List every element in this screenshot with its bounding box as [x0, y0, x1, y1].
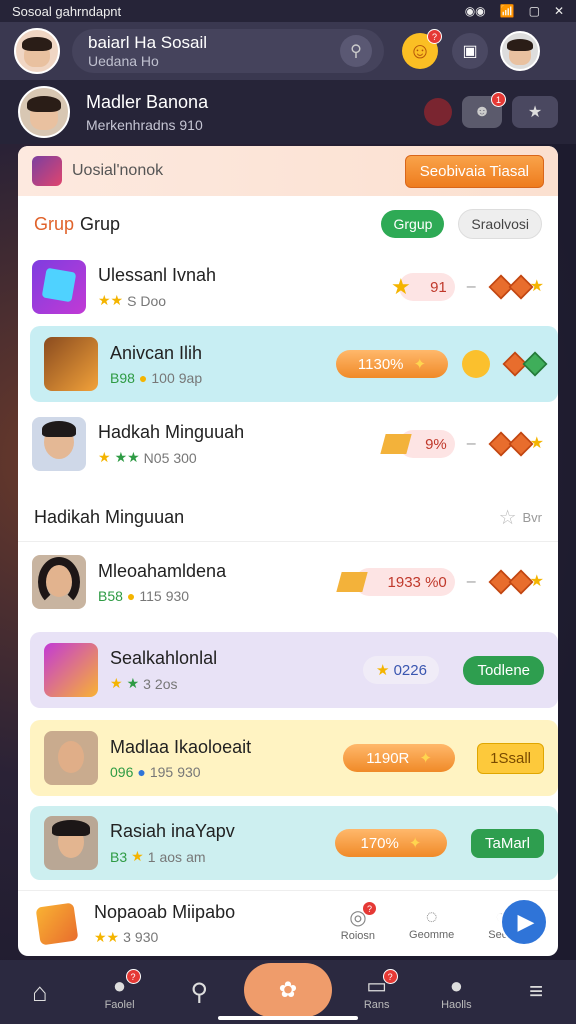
user-avatar[interactable]	[500, 31, 540, 71]
header-avatar[interactable]	[14, 28, 60, 74]
list-item[interactable]: Ulessanl Ivnah ★★ S Doo ★ 91 – ★	[18, 252, 558, 322]
nav-friends[interactable]: ●? Faolel	[85, 969, 155, 1011]
group-icon: ✿	[278, 977, 298, 1002]
chat-icon[interactable]: ▣	[452, 33, 488, 69]
list-item[interactable]: Mleoahamldena B58 ● 115 930 1933 %0 – ★	[18, 544, 558, 620]
header-sub: Uedana Ho	[88, 53, 159, 69]
list-item[interactable]: Hadkah Minguuah ★ ★★ N05 300 9% – ★	[18, 408, 558, 480]
row-pill: 170% ✦	[334, 829, 447, 857]
person-icon: ●	[112, 973, 127, 998]
play-icon: ▶	[517, 909, 535, 934]
favorite-button[interactable]: ★	[512, 96, 558, 128]
gems-icon: ★	[488, 274, 544, 300]
gems-icon: ★	[488, 569, 544, 595]
message-icon: ☻	[473, 103, 491, 120]
profile-row: Madler Banona Merkenhradns 910 ☻ 1 ★	[0, 80, 576, 144]
footer-tab-1[interactable]: ◎? Roiosn	[341, 901, 378, 942]
main-card: Uosial'nonok Seobivaia Tiasal Grup Grup …	[18, 146, 558, 956]
nav-home[interactable]: ⌂	[5, 977, 75, 1008]
play-button[interactable]: ▶	[500, 898, 548, 946]
gold-bar-icon	[336, 572, 368, 592]
profile-avatar[interactable]	[18, 86, 70, 138]
search-icon: ⚲	[190, 978, 209, 1006]
card-header: Uosial'nonok Seobivaia Tiasal	[18, 146, 558, 196]
app-logo-icon	[32, 156, 62, 186]
group-title-b: Grup	[80, 213, 121, 234]
coin-icon	[462, 350, 490, 378]
list-item[interactable]: Nopaoab Miipabo ★★ 3 930 ◎? Roiosn ◌ Geomm…	[18, 890, 558, 956]
profile-icon: ●	[449, 973, 463, 998]
row-action-button[interactable]: 1Ssall	[477, 742, 544, 774]
nav-profile[interactable]: ● Haolls	[421, 973, 491, 1011]
gems-icon	[502, 351, 548, 377]
group-bar: Grup Grup Grgup Sraolvosi	[18, 196, 558, 252]
section-title: Hadikah Minguuan	[34, 507, 185, 527]
close-icon[interactable]: ✕	[554, 4, 564, 18]
footer-tab-2[interactable]: ◌ Geomme	[409, 906, 454, 941]
row-name: Mleoahamldena	[98, 560, 227, 581]
star-icon: ★	[391, 274, 411, 299]
header-name: baiarl Ha Sosail	[88, 33, 208, 52]
message-button[interactable]: ☻ 1	[462, 92, 506, 128]
avatar	[44, 816, 98, 870]
game-thumb	[32, 899, 82, 949]
search-input[interactable]: baiarl Ha Sosail Uedana Ho ⚲	[72, 29, 384, 73]
gold-bar-icon	[380, 434, 412, 454]
avatar	[32, 555, 86, 609]
profile-name: Madler Banona	[86, 91, 209, 112]
chat-bubble-icon: ◌	[425, 906, 438, 928]
group-title-a: Grup	[34, 213, 75, 234]
row-name: Rasiah inaYapv	[110, 821, 235, 841]
star-outline-icon[interactable]: ☆	[499, 505, 517, 530]
avatar	[44, 731, 98, 785]
chip-other[interactable]: Sraolvosi	[458, 209, 542, 239]
emoji-icon[interactable]: ☺?	[402, 29, 442, 69]
game-thumb	[44, 337, 98, 391]
record-icon[interactable]	[424, 98, 452, 126]
primary-action-button[interactable]: Seobivaia Tiasal	[404, 154, 544, 188]
search-icon[interactable]: ⚲	[340, 35, 372, 67]
gems-icon: ★	[488, 431, 544, 457]
game-thumb	[32, 260, 86, 314]
star-icon: ★	[527, 104, 543, 121]
profile-sub: Merkenhradns 910	[86, 116, 203, 133]
chip-group[interactable]: Grgup	[381, 210, 445, 238]
menu-icon: ≡	[529, 978, 544, 1005]
home-icon: ⌂	[31, 976, 48, 1007]
home-indicator[interactable]	[218, 1016, 358, 1020]
game-thumb	[44, 643, 98, 697]
list-item[interactable]: Madlaa Ikaoloeait 096 ● 195 930 1190R ✦ 1Ssa…	[30, 720, 558, 796]
status-title: Sosoal gahrndapnt	[12, 3, 122, 19]
row-name: Nopaoab Miipabo	[94, 901, 236, 922]
wifi-icon: 📶	[499, 4, 515, 18]
nav-center-button[interactable]: ✿	[243, 963, 332, 1017]
row-pill: 1190R ✦	[343, 744, 456, 772]
nav-menu[interactable]: ≡	[501, 978, 571, 1006]
nav-search[interactable]: ⚲	[164, 978, 234, 1007]
list-item[interactable]: Anivcan Ilih B98 ● 100 9ap 1130% ✦	[30, 326, 558, 402]
signal-icon: ◉◉	[464, 4, 486, 18]
row-name: Hadkah Minguuah	[98, 422, 245, 442]
row-pill: ★ 0226	[363, 656, 440, 684]
row-name: Ulessanl Ivnah	[98, 265, 217, 285]
list-item[interactable]: Sealkahlonlal ★ ★ 3 2os ★ 0226 Todlene	[30, 632, 558, 708]
row-action-button[interactable]: Todlene	[463, 655, 544, 685]
list-item[interactable]: Rasiah inaYapv B3 ★ 1 aos am 170% ✦ TaMarl	[30, 806, 558, 880]
row-pill: 1130% ✦	[336, 350, 448, 378]
row-name: Madlaa Ikaoloeait	[110, 736, 252, 757]
card-title: Uosial'nonok	[72, 162, 164, 179]
row-name: Anivcan Ilih	[110, 342, 203, 363]
bottom-nav: ⌂ ●? Faolel ⚲ ✿ ▭? Rans ● Haolls ≡	[0, 960, 576, 1024]
avatar	[32, 417, 86, 471]
app-header: baiarl Ha Sosail Uedana Ho ⚲ ☺? ▣	[0, 22, 576, 80]
section-header: Hadikah Minguuan ☆ Bvr	[18, 494, 558, 542]
row-sub: S Doo	[127, 292, 167, 309]
row-pill: 1933 %0	[354, 568, 455, 596]
window-icon: ▢	[528, 4, 540, 18]
row-name: Sealkahlonlal	[110, 648, 218, 668]
status-bar: Sosoal gahrndapnt ◉◉ 📶 ▢ ✕	[0, 0, 576, 22]
nav-messages[interactable]: ▭? Rans	[342, 969, 412, 1011]
row-action-button[interactable]: TaMarl	[470, 828, 544, 858]
